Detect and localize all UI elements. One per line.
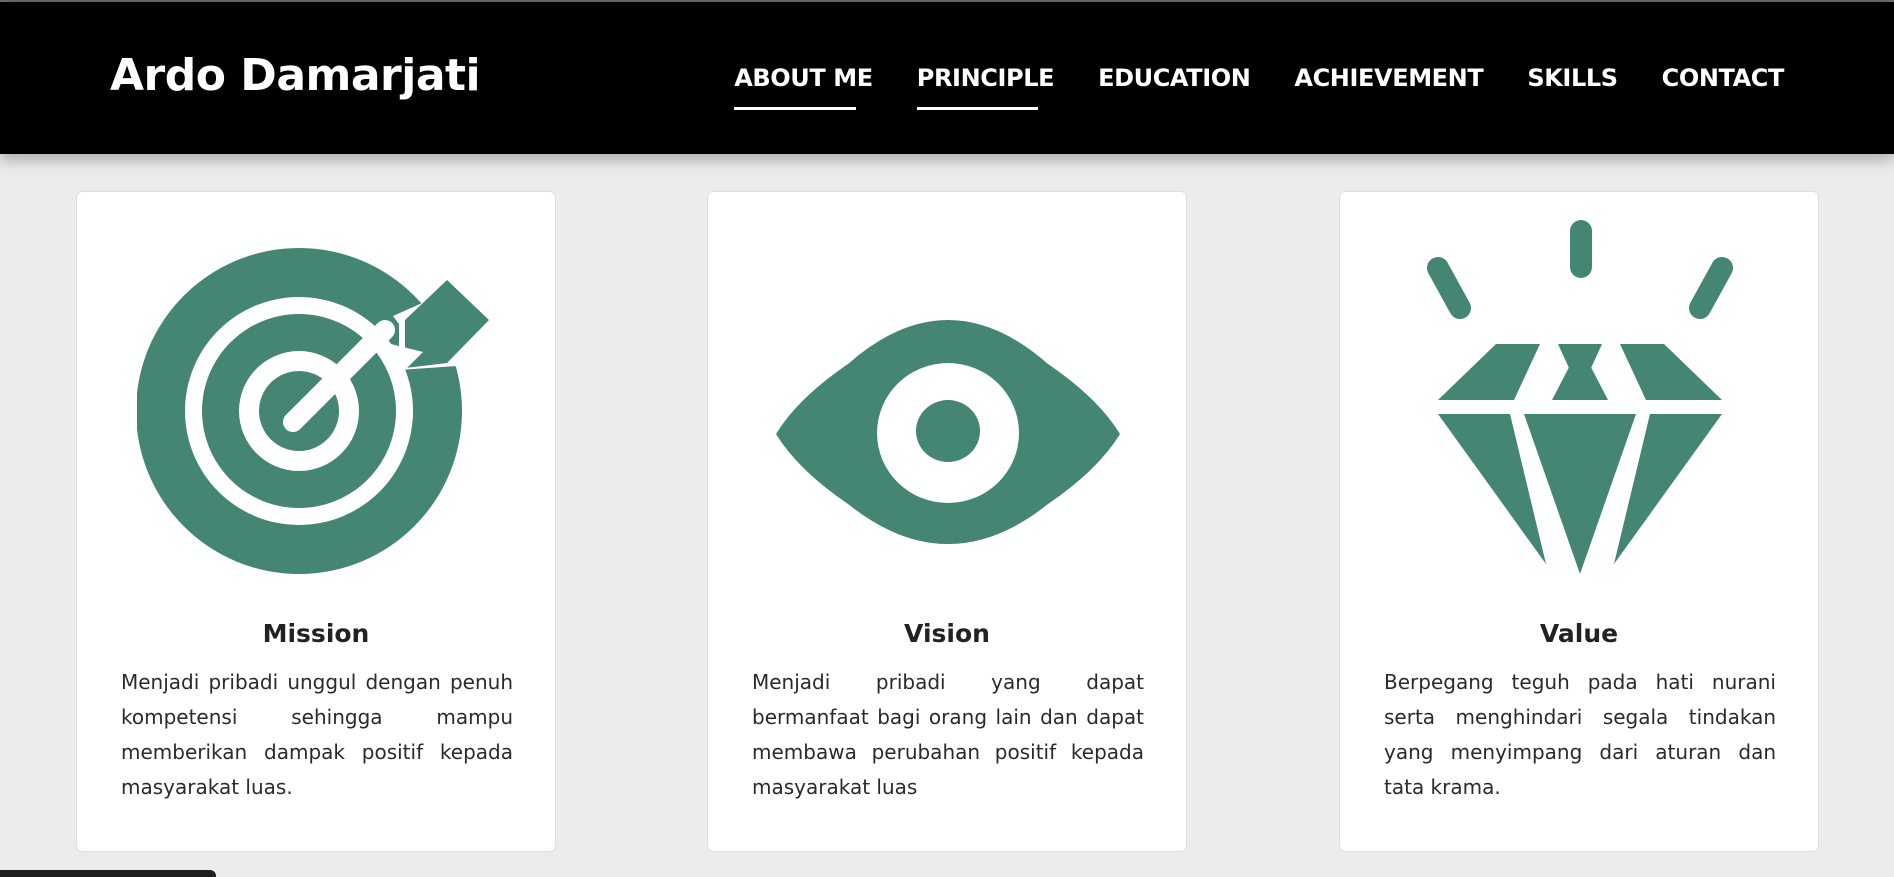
mission-text: Menjadi pribadi unggul dengan penuh komp… (121, 670, 513, 799)
value-text: Berpegang teguh pada hati nurani serta m… (1384, 670, 1776, 799)
bottom-popup-edge (0, 870, 216, 877)
vision-card: Vision Menjadi pribadi yang dapat berman… (707, 191, 1187, 852)
diamond-icon (1427, 220, 1733, 574)
vision-text: Menjadi pribadi yang dapat bermanfaat ba… (752, 670, 1144, 799)
mission-card: Mission Menjadi pribadi unggul dengan pe… (76, 191, 556, 852)
nav-link-achievement[interactable]: ACHIEVEMENT (1294, 64, 1483, 110)
value-title: Value (1539, 619, 1619, 648)
navbar: Ardo Damarjati ABOUT ME PRINCIPLE EDUCAT… (0, 2, 1894, 154)
brand-name[interactable]: Ardo Damarjati (110, 50, 481, 101)
eye-icon (776, 320, 1120, 544)
nav-link-skills[interactable]: SKILLS (1527, 64, 1618, 110)
value-card: Value Berpegang teguh pada hati nurani s… (1339, 191, 1819, 852)
mission-title: Mission (262, 619, 370, 648)
main-nav: ABOUT ME PRINCIPLE EDUCATION ACHIEVEMENT… (734, 64, 1784, 110)
target-icon (137, 248, 489, 574)
nav-link-about-me[interactable]: ABOUT ME (734, 64, 873, 110)
nav-link-principle[interactable]: PRINCIPLE (916, 64, 1054, 110)
nav-link-education[interactable]: EDUCATION (1098, 64, 1251, 110)
nav-link-contact[interactable]: CONTACT (1662, 64, 1785, 110)
vision-title: Vision (904, 619, 990, 648)
